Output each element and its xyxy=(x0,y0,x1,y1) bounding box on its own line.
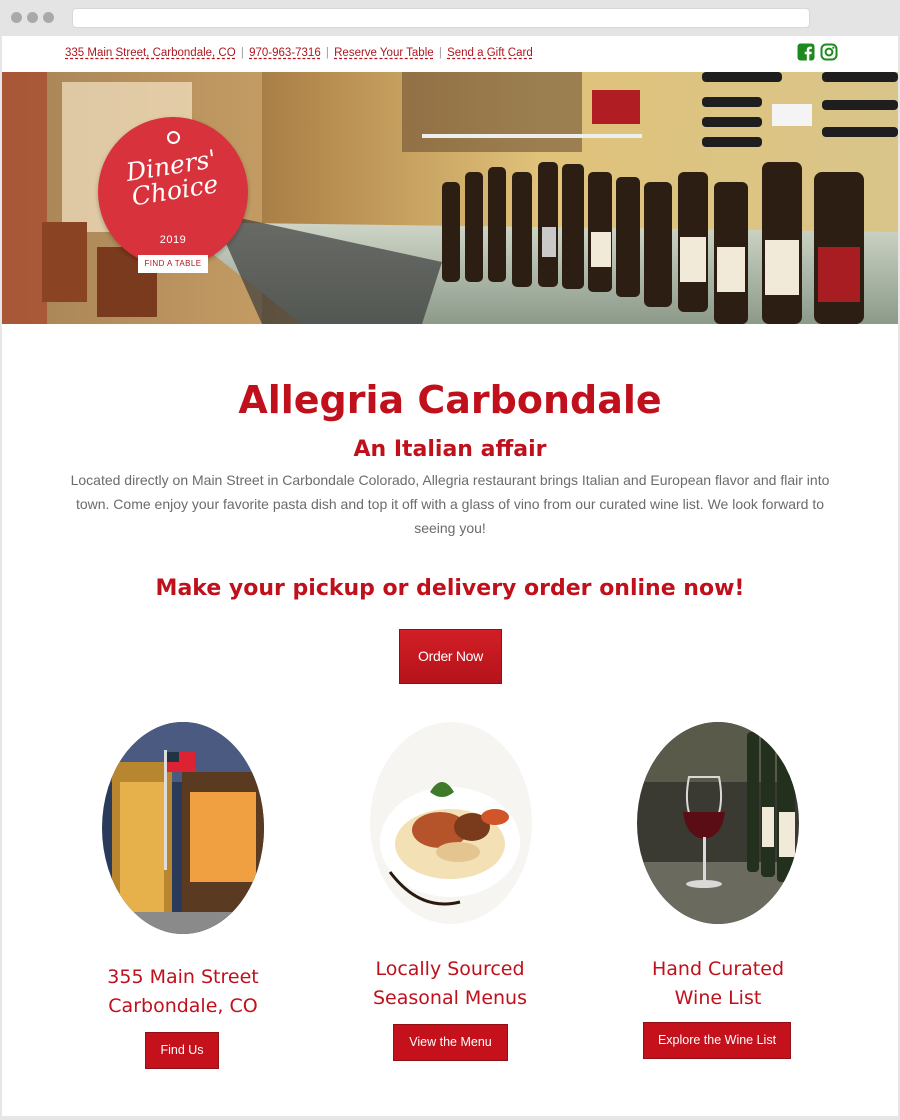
find-a-table-button[interactable]: FIND A TABLE xyxy=(138,255,208,273)
page-title: Allegria Carbondale xyxy=(238,378,662,422)
phone-link[interactable]: 970-963-7316 xyxy=(249,47,321,59)
diners-choice-badge[interactable]: Diners' Choice 2019 FIND A TABLE xyxy=(95,117,251,273)
feature-title-line2: Carbondale, CO xyxy=(108,995,258,1017)
top-bar: 335 Main Street, Carbondale, CO | 970-96… xyxy=(2,36,898,72)
reserve-table-link[interactable]: Reserve Your Table xyxy=(334,47,434,59)
address-link[interactable]: 335 Main Street, Carbondale, CO xyxy=(65,47,236,59)
intro-description: Located directly on Main Street in Carbo… xyxy=(70,472,830,536)
feature-title-line1: 355 Main Street xyxy=(107,966,259,988)
link-separator: | xyxy=(240,47,244,59)
storefront-image xyxy=(102,722,264,934)
address-bar[interactable] xyxy=(72,8,810,28)
wine-glass-image xyxy=(637,722,799,924)
hero-image: Diners' Choice 2019 FIND A TABLE xyxy=(2,72,898,324)
feature-title-line2: Wine List xyxy=(674,987,762,1009)
feature-title-wine: Hand Curated Wine List xyxy=(593,955,843,1013)
facebook-square-icon[interactable] xyxy=(797,43,815,61)
contact-links: 335 Main Street, Carbondale, CO | 970-96… xyxy=(65,47,533,59)
link-separator: | xyxy=(325,47,329,59)
dish-image xyxy=(370,722,532,924)
link-separator: | xyxy=(438,47,442,59)
feature-title-line1: Hand Curated xyxy=(651,958,785,980)
window-dot-minimize[interactable] xyxy=(27,12,38,23)
order-cta-heading: Make your pickup or delivery order onlin… xyxy=(155,576,745,601)
feature-title-menus: Locally Sourced Seasonal Menus xyxy=(325,955,575,1013)
feature-title-line1: Locally Sourced xyxy=(375,958,525,980)
web-page: 335 Main Street, Carbondale, CO | 970-96… xyxy=(2,36,898,1116)
badge-year: 2019 xyxy=(159,234,187,246)
order-now-button[interactable]: Order Now xyxy=(399,629,502,684)
badge-title: Diners' Choice xyxy=(95,142,251,215)
instagram-icon[interactable] xyxy=(820,43,838,61)
gift-card-link[interactable]: Send a Gift Card xyxy=(447,47,533,59)
page-subtitle: An Italian affair xyxy=(353,437,547,462)
explore-wine-list-button[interactable]: Explore the Wine List xyxy=(643,1022,791,1059)
view-menu-button[interactable]: View the Menu xyxy=(393,1024,508,1061)
social-links xyxy=(797,43,838,61)
find-us-button[interactable]: Find Us xyxy=(145,1032,219,1069)
badge-ring-icon xyxy=(167,131,180,144)
window-dot-maximize[interactable] xyxy=(43,12,54,23)
window-dot-close[interactable] xyxy=(11,12,22,23)
browser-chrome xyxy=(0,0,900,36)
feature-title-line2: Seasonal Menus xyxy=(373,987,527,1009)
feature-title-location: 355 Main Street Carbondale, CO xyxy=(58,963,308,1021)
